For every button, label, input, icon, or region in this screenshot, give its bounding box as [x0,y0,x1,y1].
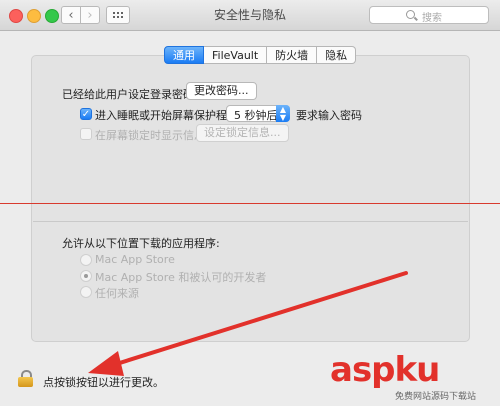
tab-filevault[interactable]: FileVault [204,46,268,64]
tab-bar: 通用 FileVault 防火墙 隐私 [164,46,357,64]
tab-firewall[interactable]: 防火墙 [267,46,318,64]
lock-icon[interactable] [18,370,33,387]
watermark-logo: aspku [330,350,440,390]
tab-privacy[interactable]: 隐私 [317,46,357,64]
lock-hint-text: 点按锁按钮以进行更改。 [43,376,164,389]
watermark-subtitle: 免费网站源码下载站 [395,392,477,402]
tab-general[interactable]: 通用 [164,46,204,64]
